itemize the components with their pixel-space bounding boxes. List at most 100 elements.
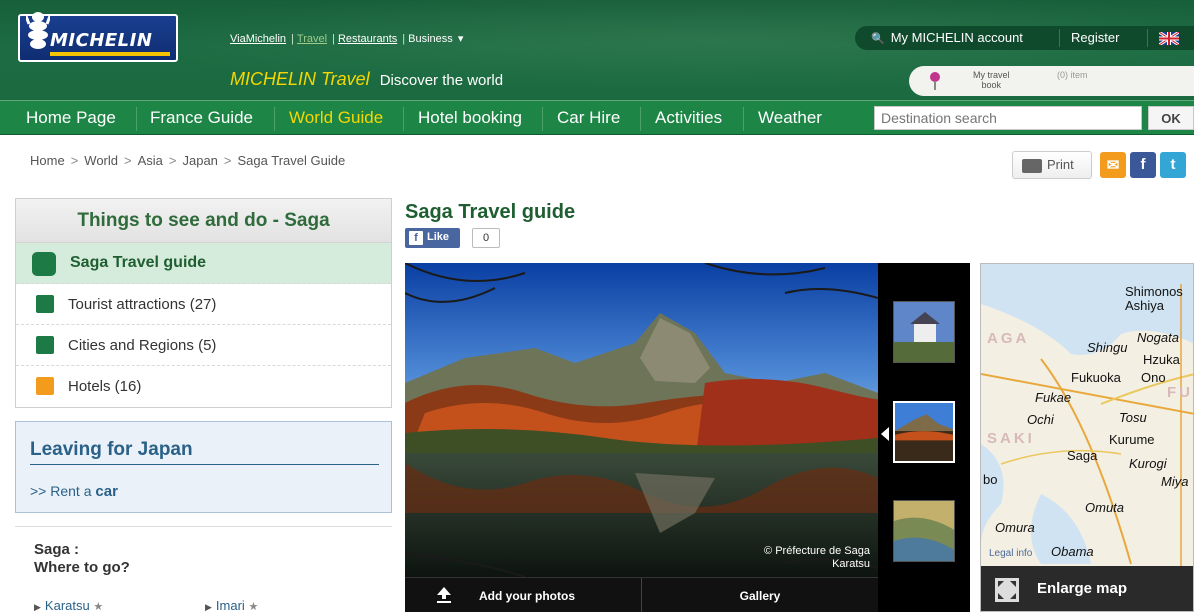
nav-world-guide[interactable]: World Guide [289, 108, 383, 128]
add-photos-button[interactable]: Add your photos [405, 578, 640, 612]
map-label: Shingu [1087, 340, 1128, 355]
map-label: Omura [995, 520, 1035, 535]
expand-icon [995, 578, 1019, 602]
my-travel-label: My travel book [973, 70, 1010, 90]
email-share-icon[interactable]: ✉ [1100, 152, 1126, 178]
map-label: Tosu [1119, 410, 1147, 425]
map-label: Ono [1141, 370, 1166, 385]
facebook-icon: f [409, 231, 423, 245]
map-label: Omuta [1085, 500, 1125, 515]
leaving-for-japan-box: Leaving for Japan >> Rent a car [15, 421, 392, 513]
map-label: Kurogi [1129, 456, 1167, 471]
top-links: ViaMichelin | Travel | Restaurants | Business … [230, 33, 464, 45]
link-viamichelin[interactable]: ViaMichelin [230, 33, 286, 45]
place-link-imari[interactable]: ▶ Imari ★ [205, 598, 258, 612]
link-business[interactable]: Business [408, 33, 453, 45]
twitter-share-icon[interactable]: t [1160, 152, 1186, 178]
map-label: Nogata [1137, 330, 1179, 345]
print-label: Print [1047, 157, 1074, 172]
map-label: Shimonos [1125, 284, 1183, 299]
enlarge-map-button[interactable]: Enlarge map [981, 566, 1193, 611]
sidebar-item-label: Tourist attractions (27) [68, 296, 217, 313]
city-icon [36, 336, 54, 354]
nav-activities[interactable]: Activities [655, 108, 722, 128]
breadcrumb-world[interactable]: World [84, 153, 118, 168]
photo-actions-bar: Add your photos Gallery [405, 577, 878, 612]
breadcrumb-japan[interactable]: Japan [182, 153, 217, 168]
place-link-karatsu[interactable]: ▶ Karatsu ★ [34, 598, 103, 612]
hotel-icon [36, 377, 54, 395]
photo-credit: © Préfecture de Saga Karatsu [764, 545, 870, 570]
uk-flag-icon[interactable] [1158, 30, 1180, 47]
thumbnail-coast[interactable] [893, 500, 955, 562]
site-header: MICHELIN ViaMichelin | Travel | Restaurants |… [0, 0, 1194, 100]
photo-viewer: © Préfecture de Saga Karatsu Add your ph… [405, 263, 970, 612]
star-icon: ★ [93, 601, 104, 612]
facebook-like-button[interactable]: f Like [405, 228, 460, 248]
michelin-logo[interactable]: MICHELIN [18, 12, 178, 62]
sidebar-item-label: Cities and Regions (5) [68, 337, 217, 354]
divider [1059, 29, 1060, 47]
region-map[interactable]: AGA SAKI FU Shimonos Ashiya Nogata Shing… [980, 263, 1194, 612]
breadcrumb-separator: > [70, 153, 79, 168]
print-button[interactable]: Print [1012, 151, 1092, 179]
page-title: Saga Travel guide [405, 201, 576, 223]
nav-car-hire[interactable]: Car Hire [557, 108, 620, 128]
thumbnail-autumn-lake[interactable] [893, 401, 955, 463]
selected-thumbnail-pointer [881, 427, 889, 441]
star-icon: ★ [248, 601, 259, 612]
divider [30, 464, 379, 465]
my-travel-book[interactable]: My travel book (0) item [909, 66, 1194, 96]
map-legal-info-link[interactable]: Legal info [989, 548, 1032, 559]
gallery-button[interactable]: Gallery [641, 578, 878, 612]
nav-france-guide[interactable]: France Guide [150, 108, 253, 128]
nav-weather[interactable]: Weather [758, 108, 822, 128]
sidebar-item-tourist-attractions[interactable]: Tourist attractions (27) [16, 284, 391, 325]
nav-home-page[interactable]: Home Page [26, 108, 116, 128]
logo-stripe [50, 52, 170, 56]
sidebar-item-travel-guide[interactable]: Saga Travel guide [16, 243, 391, 284]
nav-divider [403, 107, 404, 131]
facebook-share-icon[interactable]: f [1130, 152, 1156, 178]
my-account-label: My MICHELIN account [890, 30, 1023, 45]
tagline-sub: Discover the world [379, 72, 504, 89]
car-link[interactable]: car [95, 483, 118, 500]
breadcrumb: Home > World > Asia > Japan > Saga Travel Guide [30, 153, 345, 168]
map-label: Hzuka [1143, 352, 1180, 367]
my-account-link[interactable]: 🔍 My MICHELIN account [871, 30, 1023, 45]
map-label: Miya [1161, 474, 1189, 489]
divider [15, 526, 392, 527]
brand-wordmark: MICHELIN [50, 30, 153, 51]
where-to-go-heading: Saga : Where to go? [34, 541, 130, 576]
enlarge-map-label: Enlarge map [1037, 580, 1128, 597]
destination-search-input[interactable] [874, 106, 1142, 130]
sidebar-item-hotels[interactable]: Hotels (16) [16, 366, 391, 407]
triangle-right-icon: ▶ [205, 602, 212, 612]
search-icon: 🔍 [871, 33, 885, 45]
printer-icon [1022, 159, 1042, 173]
rent-a-car-link[interactable]: >> Rent a car [30, 483, 118, 500]
link-travel[interactable]: Travel [297, 33, 327, 45]
thumbnail-castle[interactable] [893, 301, 955, 363]
upload-arrow-icon [437, 587, 451, 603]
nav-hotel-booking[interactable]: Hotel booking [418, 108, 522, 128]
nav-divider [274, 107, 275, 131]
map-label: bo [983, 472, 998, 487]
monument-icon [36, 295, 54, 313]
breadcrumb-asia[interactable]: Asia [138, 153, 163, 168]
sidebar-item-cities-regions[interactable]: Cities and Regions (5) [16, 325, 391, 366]
account-bar: 🔍 My MICHELIN account Register [855, 26, 1194, 50]
map-label: Kurume [1109, 432, 1155, 447]
search-ok-button[interactable]: OK [1148, 106, 1194, 130]
link-restaurants[interactable]: Restaurants [338, 33, 397, 45]
bibendum-icon [26, 12, 50, 49]
map-label: Fukuoka [1071, 370, 1121, 385]
divider [1147, 29, 1148, 47]
map-label: Fukae [1035, 390, 1072, 405]
main-photo[interactable]: © Préfecture de Saga Karatsu [405, 263, 878, 577]
nav-divider [542, 107, 543, 131]
register-link[interactable]: Register [1071, 30, 1119, 45]
breadcrumb-home[interactable]: Home [30, 153, 65, 168]
item-count: (0) item [1057, 70, 1088, 80]
map-region-label: FU [1167, 384, 1193, 401]
